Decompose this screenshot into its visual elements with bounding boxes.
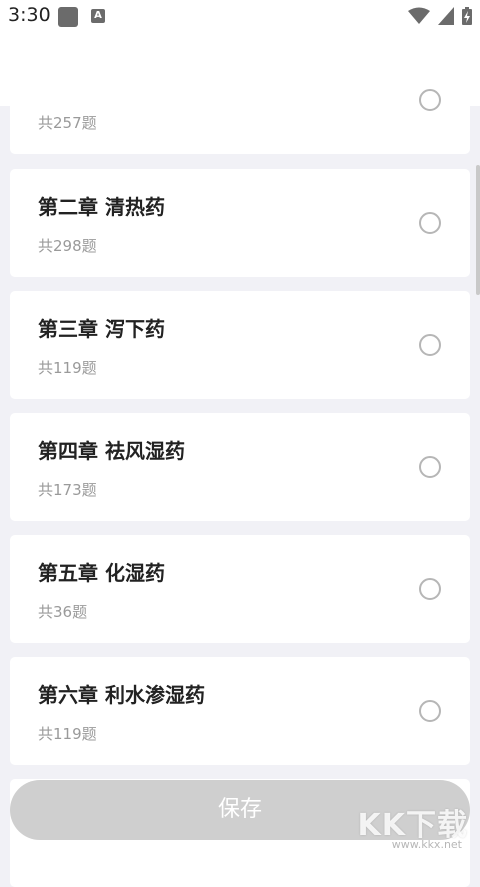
watermark-url: www.kkx.net bbox=[391, 838, 462, 851]
chapter-count: 共119题 bbox=[38, 359, 97, 377]
chapter-count: 共257题 bbox=[38, 114, 97, 132]
chapter-radio[interactable] bbox=[419, 700, 441, 722]
chapter-title: 第六章 利水渗湿药 bbox=[38, 683, 205, 707]
signal-icon bbox=[438, 7, 454, 25]
chapter-title: 第三章 泻下药 bbox=[38, 317, 165, 341]
chapter-card[interactable]: 第五章 化湿药 共36题 bbox=[10, 535, 470, 643]
chapter-title: 第二章 清热药 bbox=[38, 195, 165, 219]
chapter-radio[interactable] bbox=[419, 578, 441, 600]
scrollbar[interactable] bbox=[476, 165, 480, 295]
chapter-card[interactable]: 第三章 泻下药 共119题 bbox=[10, 291, 470, 399]
chapter-title: 第五章 化湿药 bbox=[38, 561, 165, 585]
chapter-radio[interactable] bbox=[419, 212, 441, 234]
chapter-count: 共298题 bbox=[38, 237, 97, 255]
chapter-card[interactable]: 共257题 bbox=[10, 46, 470, 154]
chapter-card[interactable]: 第四章 祛风湿药 共173题 bbox=[10, 413, 470, 521]
chapter-card[interactable]: 第六章 利水渗湿药 共119题 bbox=[10, 657, 470, 765]
battery-icon bbox=[462, 7, 472, 25]
status-icons bbox=[408, 7, 472, 25]
status-bar: 3:30 A bbox=[0, 0, 480, 34]
wifi-icon bbox=[408, 7, 430, 24]
chapter-count: 共173题 bbox=[38, 481, 97, 499]
chapter-count: 共36题 bbox=[38, 603, 88, 621]
status-time: 3:30 bbox=[8, 4, 51, 26]
chapter-count: 共119题 bbox=[38, 725, 97, 743]
chapter-radio[interactable] bbox=[419, 456, 441, 478]
chapter-card[interactable]: 第二章 清热药 共298题 bbox=[10, 169, 470, 277]
chapter-radio[interactable] bbox=[419, 334, 441, 356]
chapter-radio[interactable] bbox=[419, 89, 441, 111]
chapter-title: 第四章 祛风湿药 bbox=[38, 439, 185, 463]
notification-icon bbox=[58, 7, 78, 27]
app-notification-icon: A bbox=[91, 9, 105, 23]
save-button[interactable]: 保存 bbox=[10, 780, 470, 840]
